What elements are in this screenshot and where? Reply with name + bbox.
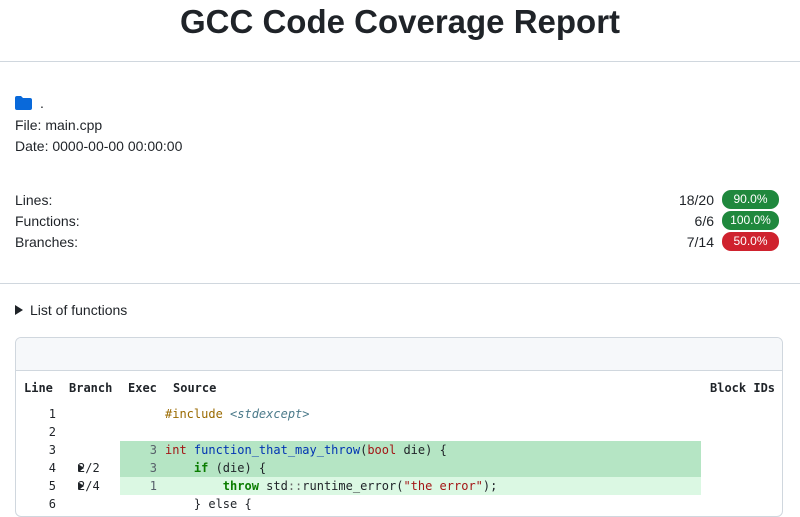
source-code: if (die) { [165,459,266,477]
code-token: <stdexcept> [230,407,310,421]
file-info: File: main.cpp [15,115,102,136]
code-token: std [258,479,288,493]
date-label: Date: [15,138,49,154]
source-panel: Line Branch Exec Source Block IDs 1 #incl… [15,337,783,517]
coverage-badge: 100.0% [722,211,779,230]
divider [0,283,800,284]
source-lines: 1 #include <stdexcept> 2 3 3 int function_tha… [16,405,782,513]
code-token: } else { [165,497,252,511]
code-token: :: [287,479,303,493]
line-number: 4 [48,461,56,475]
source-code: #include <stdexcept> [165,405,310,423]
source-line: 1 #include <stdexcept> [16,405,782,423]
code-token: runtime_error( [302,479,404,493]
code-token: die) { [396,443,447,457]
column-branch: Branch [69,381,113,395]
branch-toggle[interactable]: 2/2 [78,459,100,477]
coverage-badge: 50.0% [722,232,779,251]
summary-value: 7/14 [686,233,714,250]
code-token: function_that_may_throw [193,443,361,457]
column-source: Source [173,381,217,395]
function-list-toggle[interactable]: List of functions [15,301,127,319]
source-column-headers: Line Branch Exec Source Block IDs [16,371,782,405]
column-block-ids: Block IDs [710,381,776,395]
coverage-badge: 90.0% [722,190,779,209]
branch-toggle[interactable]: 2/4 [78,477,100,495]
date-info: Date: 0000-00-00 00:00:00 [15,136,182,157]
disclosure-triangle-icon [78,464,84,472]
code-token: int [165,443,194,457]
column-line: Line [24,381,53,395]
source-line: 5 2/4 1 throw std::runtime_error("the erro… [16,477,782,495]
page-title: GCC Code Coverage Report [0,0,800,62]
disclosure-triangle-icon [78,482,84,490]
folder-icon [15,96,32,110]
line-number: 6 [48,497,56,511]
source-code: int function_that_may_throw(bool die) { [165,441,447,459]
line-number: 5 [48,479,56,493]
summary-row-lines: Lines: 18/20 90.0% [15,189,779,210]
line-number: 1 [48,407,56,421]
code-token: "the error" [403,479,483,493]
summary-label: Branches: [15,233,79,250]
coverage-summary: Lines: 18/20 90.0% Functions: 6/6 100.0%… [15,189,779,252]
source-panel-header [16,338,782,371]
file-label: File: [15,117,42,133]
directory-name[interactable]: . [40,95,44,111]
code-token: (die) { [208,461,267,475]
code-token: throw [222,479,259,493]
disclosure-triangle-icon [15,305,23,315]
exec-count: 3 [149,443,157,457]
function-list-label: List of functions [30,302,128,318]
code-token: ); [482,479,498,493]
source-table: Line Branch Exec Source Block IDs 1 #incl… [16,371,782,513]
code-token: bool [367,443,397,457]
line-number: 2 [48,425,56,439]
summary-value: 18/20 [678,191,714,208]
code-token: #include [165,407,231,421]
date-value: 0000-00-00 00:00:00 [52,138,183,154]
line-number: 3 [48,443,56,457]
source-line: 2 [16,423,782,441]
source-code: throw std::runtime_error("the error"); [165,477,498,495]
exec-count: 1 [149,479,157,493]
file-value: main.cpp [45,117,103,133]
source-line: 4 2/2 3 if (die) { [16,459,782,477]
summary-label: Functions: [15,212,80,229]
source-line: 6 } else { [16,495,782,513]
column-exec: Exec [128,381,157,395]
summary-label: Lines: [15,191,53,208]
source-line: 3 3 int function_that_may_throw(bool die) … [16,441,782,459]
exec-count: 3 [149,461,157,475]
summary-row-functions: Functions: 6/6 100.0% [15,210,779,231]
code-token: if [193,461,209,475]
summary-row-branches: Branches: 7/14 50.0% [15,231,779,252]
summary-value: 6/6 [694,212,714,229]
source-code: } else { [165,495,252,513]
directory-link[interactable]: . [15,94,44,112]
